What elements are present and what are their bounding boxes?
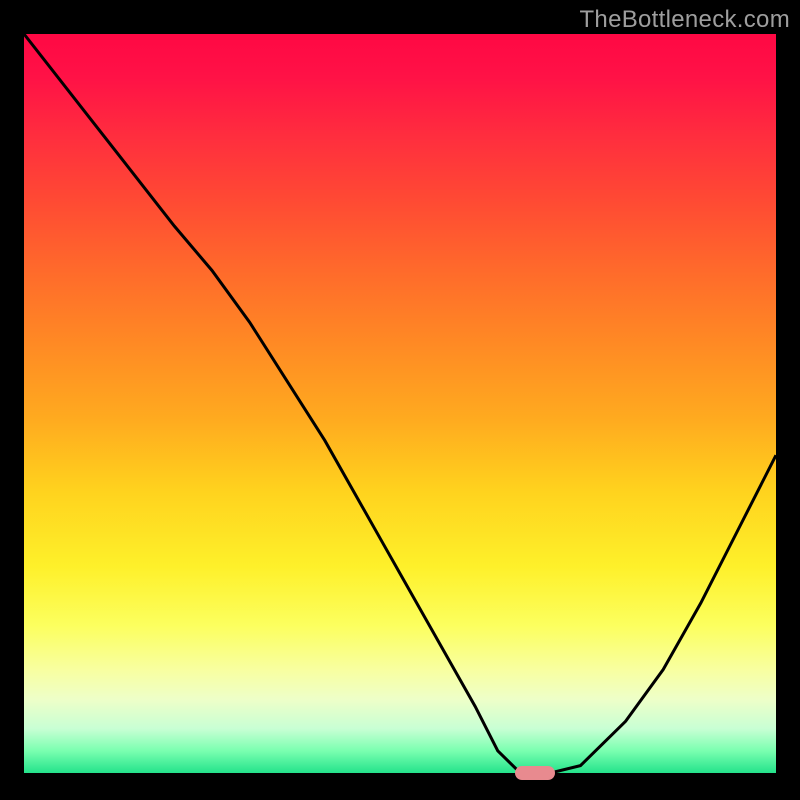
bottleneck-curve bbox=[24, 34, 776, 773]
plot-gradient-area bbox=[24, 34, 776, 773]
optimal-marker bbox=[515, 766, 555, 780]
watermark-text: TheBottleneck.com bbox=[579, 6, 790, 34]
